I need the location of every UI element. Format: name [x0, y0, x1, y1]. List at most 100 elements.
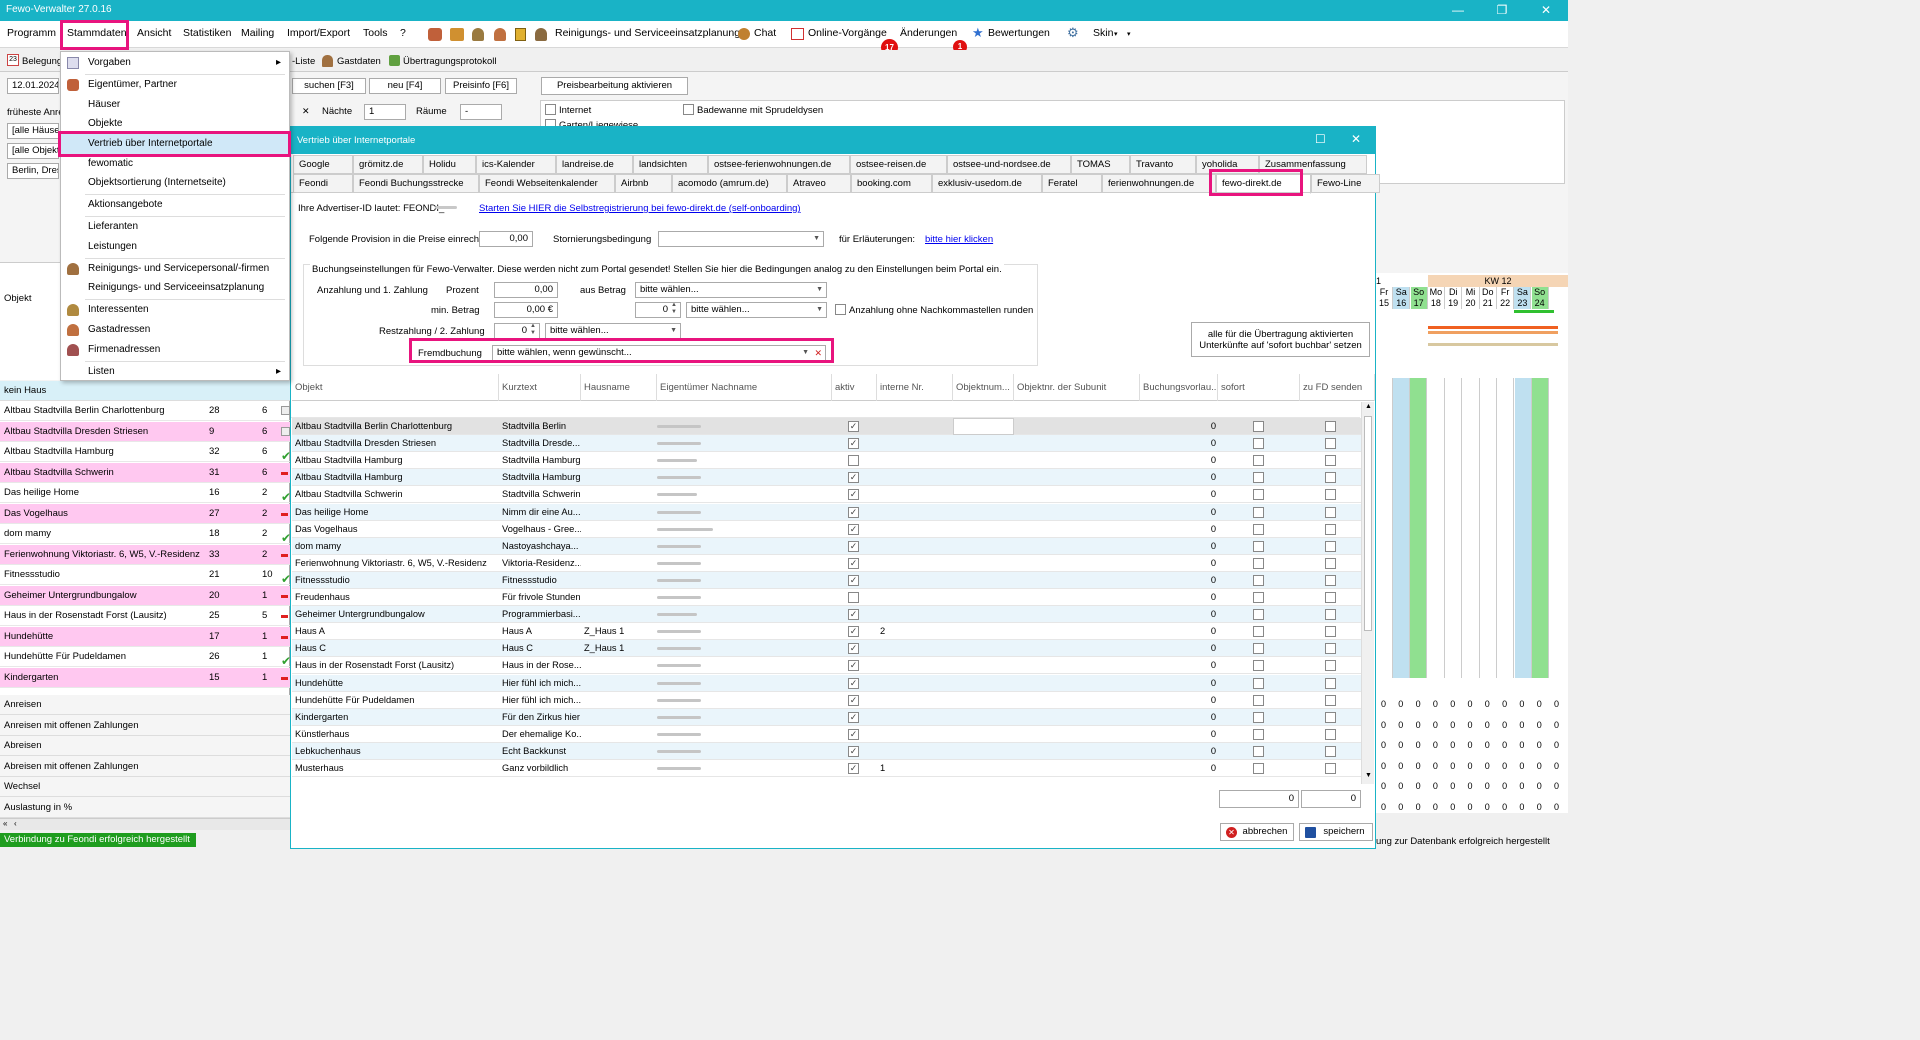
table-row[interactable]: Haus A Haus A Z_Haus 1 ✓ 2 0	[292, 623, 1361, 641]
portal-tab[interactable]: booking.com	[851, 174, 932, 193]
minimize-button[interactable]: —	[1436, 0, 1480, 21]
portal-tab[interactable]: Fewo-Line	[1311, 174, 1380, 193]
zu-fd-senden-checkbox[interactable]	[1325, 745, 1336, 757]
table-row[interactable]: Geheimer Untergrundbungalow Programmierba…	[292, 606, 1361, 624]
zu-fd-senden-checkbox[interactable]	[1325, 489, 1336, 501]
tab-gastdaten[interactable]: Gastdaten	[337, 56, 381, 67]
table-row[interactable]: Altbau Stadtvilla Hamburg Stadtvilla Hamb…	[292, 452, 1361, 470]
zu-fd-senden-checkbox[interactable]	[1325, 438, 1336, 450]
storno-select[interactable]: ▼	[658, 231, 824, 247]
clear-icon[interactable]: ✕	[302, 106, 310, 117]
portal-tab[interactable]: ostsee-ferienwohnungen.de	[708, 155, 850, 174]
section-item[interactable]: Anreisen mit offenen Zahlungen	[0, 715, 290, 736]
portal-tab[interactable]: ics-Kalender	[476, 155, 556, 174]
portal-tab[interactable]: Google	[293, 155, 353, 174]
table-row[interactable]: Künstlerhaus Der ehemalige Ko... ✓ 0	[292, 726, 1361, 743]
aktiv-checkbox[interactable]: ✓	[848, 489, 859, 501]
aktiv-checkbox[interactable]: ✓	[848, 643, 859, 655]
table-row[interactable]: Altbau Stadtvilla Schwerin Stadtvilla Sch…	[292, 486, 1361, 504]
portal-tab[interactable]: Travanto	[1130, 155, 1196, 174]
menu-skin[interactable]: Skin	[1093, 27, 1113, 39]
aktiv-checkbox[interactable]	[848, 455, 859, 467]
col-eigentuemer[interactable]: Eigentümer Nachname	[657, 374, 832, 401]
cleaning-icon[interactable]	[535, 28, 547, 41]
aktiv-checkbox[interactable]: ✓	[848, 694, 859, 706]
col-interne-nr[interactable]: interne Nr.	[877, 374, 953, 401]
aus-betrag-select[interactable]: bitte wählen... ▼	[635, 282, 827, 298]
table-row[interactable]: Kindergarten Für den Zirkus hier ✓ 0	[292, 708, 1361, 726]
nachkomma-checkbox[interactable]	[835, 304, 846, 315]
menu-online-vorgaenge[interactable]: Online-Vorgänge	[808, 27, 887, 39]
table-row[interactable]: Das Vogelhaus Vogelhaus - Gree... ✓ 0	[292, 521, 1361, 538]
edit-cell[interactable]	[953, 418, 1014, 435]
aktiv-checkbox[interactable]: ✓	[848, 540, 859, 552]
sofort-checkbox[interactable]	[1253, 472, 1264, 484]
house-row[interactable]: Altbau Stadtvilla Berlin Charlottenburg 2…	[0, 401, 290, 421]
sofort-buchbar-button[interactable]: alle für die Übertragung aktivierten Unt…	[1191, 322, 1370, 357]
stadt-select[interactable]: Berlin, Dresde	[7, 163, 59, 179]
calendar-column[interactable]	[1497, 378, 1515, 678]
aktiv-checkbox[interactable]: ✓	[848, 574, 859, 586]
person-icon[interactable]	[472, 28, 484, 41]
zu-fd-senden-checkbox[interactable]	[1325, 421, 1336, 432]
aktiv-checkbox[interactable]: ✓	[848, 677, 859, 689]
menu-item-haeuser[interactable]: Häuser	[61, 95, 289, 115]
col-hausname[interactable]: Hausname	[581, 374, 657, 401]
col-sofort[interactable]: sofort	[1218, 374, 1300, 401]
house-icon[interactable]	[450, 28, 464, 41]
abbrechen-button[interactable]: ✕ abbrechen	[1220, 823, 1294, 841]
menu-chat[interactable]: Chat	[754, 27, 776, 39]
erlaeuterung-link[interactable]: bitte hier klicken	[925, 234, 993, 245]
booking-bar[interactable]	[1428, 343, 1558, 346]
naechte-field[interactable]: 1	[364, 104, 406, 120]
sofort-checkbox[interactable]	[1253, 438, 1264, 450]
table-row[interactable]: Lebkuchenhaus Echt Backkunst ✓ 0	[292, 742, 1361, 760]
portal-tab[interactable]: Feratel	[1042, 174, 1102, 193]
menu-item-gastadressen[interactable]: Gastadressen	[61, 320, 289, 340]
calendar-column[interactable]	[1531, 378, 1549, 678]
sofort-checkbox[interactable]	[1253, 728, 1264, 740]
menu-programm[interactable]: Programm	[7, 27, 56, 39]
menu-item-fewomatic[interactable]: fewomatic	[61, 154, 289, 174]
zu-fd-senden-checkbox[interactable]	[1325, 592, 1336, 603]
sofort-checkbox[interactable]	[1253, 609, 1264, 621]
menu-item-objektsortierung[interactable]: Objektsortierung (Internetseite)	[61, 173, 289, 193]
online-icon[interactable]	[791, 28, 804, 40]
table-row[interactable]: Fitnessstudio Fitnessstudio ✓ 0	[292, 571, 1361, 589]
portal-tab[interactable]: landreise.de	[556, 155, 633, 174]
table-row[interactable]: dom mamy Nastoyashchaya... ✓ 0	[292, 537, 1361, 555]
portal-tab[interactable]: exklusiv-usedom.de	[932, 174, 1042, 193]
menu-item-vorgaben[interactable]: Vorgaben ▸	[61, 53, 289, 73]
portal-tab[interactable]: ostsee-reisen.de	[850, 155, 947, 174]
restzahlung-select[interactable]: bitte wählen... ▼	[545, 323, 681, 339]
zu-fd-senden-checkbox[interactable]	[1325, 711, 1336, 723]
sofort-checkbox[interactable]	[1253, 506, 1264, 518]
table-row[interactable]: Altbau Stadtvilla Berlin Charlottenburg S…	[292, 418, 1361, 435]
house-row[interactable]: Altbau Stadtvilla Dresden Striesen 9 6	[0, 421, 290, 442]
table-row[interactable]: Altbau Stadtvilla Hamburg Stadtvilla Hamb…	[292, 469, 1361, 487]
aktiv-checkbox[interactable]: ✓	[848, 438, 859, 450]
zu-fd-senden-checkbox[interactable]	[1325, 660, 1336, 672]
tab-belegung[interactable]: Belegung	[22, 56, 62, 67]
sofort-checkbox[interactable]	[1253, 694, 1264, 706]
neu-button[interactable]: neu [F4]	[369, 78, 441, 94]
menu-bewertungen[interactable]: Bewertungen	[988, 27, 1050, 39]
speichern-button[interactable]: speichern	[1299, 823, 1373, 841]
rest-spin-input[interactable]: 0 ▲ ▼	[494, 323, 540, 339]
prozent-input[interactable]: 0,00	[494, 282, 558, 298]
dialog-close-button[interactable]: ✕	[1351, 132, 1361, 146]
col-subunit[interactable]: Objektnr. der Subunit	[1014, 374, 1140, 401]
selfonboarding-link[interactable]: Starten Sie HIER die Selbstregistrierung…	[479, 203, 801, 214]
badewanne-checkbox[interactable]	[683, 104, 694, 115]
sofort-checkbox[interactable]	[1253, 557, 1264, 569]
calendar-column[interactable]	[1514, 378, 1532, 678]
house-row[interactable]: Hundehütte Für Pudeldamen 26 1 ✔	[0, 647, 290, 667]
close-button[interactable]: ✕	[1524, 0, 1568, 21]
preisinfo-button[interactable]: Preisinfo [F6]	[445, 78, 517, 94]
menu-mailing[interactable]: Mailing	[241, 27, 274, 39]
menu-item-eigentuemer[interactable]: Eigentümer, Partner	[61, 75, 289, 95]
portal-tab[interactable]: landsichten	[633, 155, 708, 174]
aktiv-checkbox[interactable]: ✓	[848, 763, 859, 774]
calendar-column[interactable]	[1376, 378, 1393, 678]
table-row[interactable]: Hundehütte Hier fühl ich mich... ✓ 0	[292, 674, 1361, 692]
